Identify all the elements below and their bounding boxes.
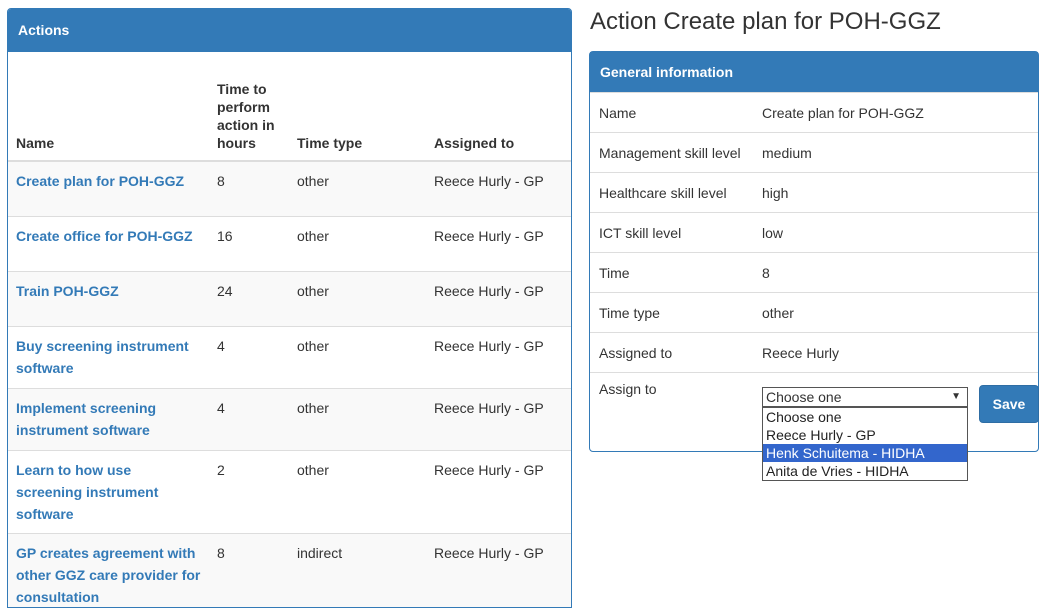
- time-cell: 16: [209, 215, 289, 271]
- assign-select-value: Choose one: [766, 389, 842, 405]
- info-row-management-skill: Management skill level medium: [590, 132, 1038, 172]
- page-title: Action Create plan for POH-GGZ: [590, 8, 941, 35]
- general-information-panel: General information Name Create plan for…: [589, 51, 1039, 481]
- info-label: Healthcare skill level: [599, 184, 727, 201]
- assigned-to-cell: Reece Hurly - GP: [426, 270, 571, 326]
- info-row-time-type: Time type other: [590, 292, 1038, 332]
- info-value: high: [762, 184, 789, 201]
- column-header-name: Name: [8, 52, 209, 162]
- info-row-ict-skill: ICT skill level low: [590, 212, 1038, 252]
- time-type-cell: other: [289, 215, 426, 271]
- time-cell: 24: [209, 270, 289, 326]
- table-row: GP creates agreement with other GGZ care…: [8, 532, 571, 607]
- time-type-cell: other: [289, 270, 426, 326]
- info-value: other: [762, 304, 794, 321]
- info-row-name: Name Create plan for POH-GGZ: [590, 92, 1038, 132]
- assign-select[interactable]: Choose one ▼: [762, 387, 968, 407]
- dropdown-option[interactable]: Choose one: [763, 408, 967, 426]
- dropdown-option-highlighted[interactable]: Henk Schuitema - HIDHA: [763, 444, 967, 462]
- assigned-to-cell: Reece Hurly - GP: [426, 325, 571, 388]
- info-label: Time type: [599, 304, 660, 321]
- assigned-to-cell: Reece Hurly - GP: [426, 387, 571, 450]
- info-value: medium: [762, 144, 812, 161]
- time-cell: 2: [209, 449, 289, 533]
- info-row-assigned-to: Assigned to Reece Hurly: [590, 332, 1038, 372]
- dropdown-option[interactable]: Reece Hurly - GP: [763, 426, 967, 444]
- table-row: Buy screening instrument software 4 othe…: [8, 325, 571, 388]
- time-cell: 8: [209, 160, 289, 216]
- general-information-heading: General information: [590, 52, 1038, 92]
- actions-panel-heading: Actions: [8, 9, 571, 52]
- info-value: Create plan for POH-GGZ: [762, 104, 924, 121]
- action-link[interactable]: Train POH-GGZ: [16, 283, 119, 299]
- assigned-to-cell: Reece Hurly - GP: [426, 160, 571, 216]
- column-header-time-type: Time type: [289, 52, 426, 162]
- time-cell: 4: [209, 325, 289, 388]
- table-row: Implement screening instrument software …: [8, 387, 571, 450]
- info-label: Assigned to: [599, 344, 673, 361]
- info-label: ICT skill level: [599, 224, 682, 241]
- info-value: low: [762, 224, 784, 241]
- action-link[interactable]: GP creates agreement with other GGZ care…: [16, 545, 200, 605]
- info-row-time: Time 8: [590, 252, 1038, 292]
- action-link[interactable]: Implement screening instrument software: [16, 400, 156, 438]
- column-header-assigned-to: Assigned to: [426, 52, 571, 162]
- time-type-cell: indirect: [289, 532, 426, 607]
- action-link[interactable]: Create office for POH-GGZ: [16, 228, 193, 244]
- info-label: Management skill level: [599, 144, 741, 161]
- dropdown-option[interactable]: Anita de Vries - HIDHA: [763, 462, 967, 480]
- assigned-to-cell: Reece Hurly - GP: [426, 449, 571, 533]
- dropdown-arrow-icon[interactable]: ▼: [951, 388, 961, 406]
- time-cell: 4: [209, 387, 289, 450]
- actions-panel: Actions Name Time to perform action in h…: [7, 8, 572, 608]
- time-type-cell: other: [289, 325, 426, 388]
- info-label: Name: [599, 104, 637, 121]
- info-row-healthcare-skill: Healthcare skill level high: [590, 172, 1038, 212]
- assign-select-wrapper: Choose one ▼ Choose one Reece Hurly - GP…: [762, 387, 968, 481]
- assigned-to-cell: Reece Hurly - GP: [426, 215, 571, 271]
- table-row: Train POH-GGZ 24 other Reece Hurly - GP: [8, 270, 571, 326]
- time-type-cell: other: [289, 449, 426, 533]
- action-link[interactable]: Create plan for POH-GGZ: [16, 173, 184, 189]
- time-cell: 8: [209, 532, 289, 607]
- assigned-to-cell: Reece Hurly - GP: [426, 532, 571, 607]
- assign-label: Assign to: [599, 381, 657, 397]
- time-type-cell: other: [289, 160, 426, 216]
- action-link[interactable]: Buy screening instrument software: [16, 338, 189, 376]
- info-value: Reece Hurly: [762, 344, 840, 361]
- info-label: Time: [599, 264, 630, 281]
- assign-row: Assign to Choose one ▼ Choose one Reece …: [590, 372, 1038, 481]
- table-row: Create office for POH-GGZ 16 other Reece…: [8, 215, 571, 271]
- table-row: Learn to how use screening instrument so…: [8, 449, 571, 533]
- info-value: 8: [762, 264, 770, 281]
- column-header-time: Time to perform action in hours: [209, 52, 289, 162]
- time-type-cell: other: [289, 387, 426, 450]
- action-link[interactable]: Learn to how use screening instrument so…: [16, 462, 158, 522]
- table-row: Create plan for POH-GGZ 8 other Reece Hu…: [8, 160, 571, 216]
- save-button[interactable]: Save: [979, 385, 1039, 423]
- actions-table: Name Time to perform action in hours Tim…: [8, 52, 571, 607]
- assign-dropdown-list: Choose one Reece Hurly - GP Henk Schuite…: [762, 407, 968, 481]
